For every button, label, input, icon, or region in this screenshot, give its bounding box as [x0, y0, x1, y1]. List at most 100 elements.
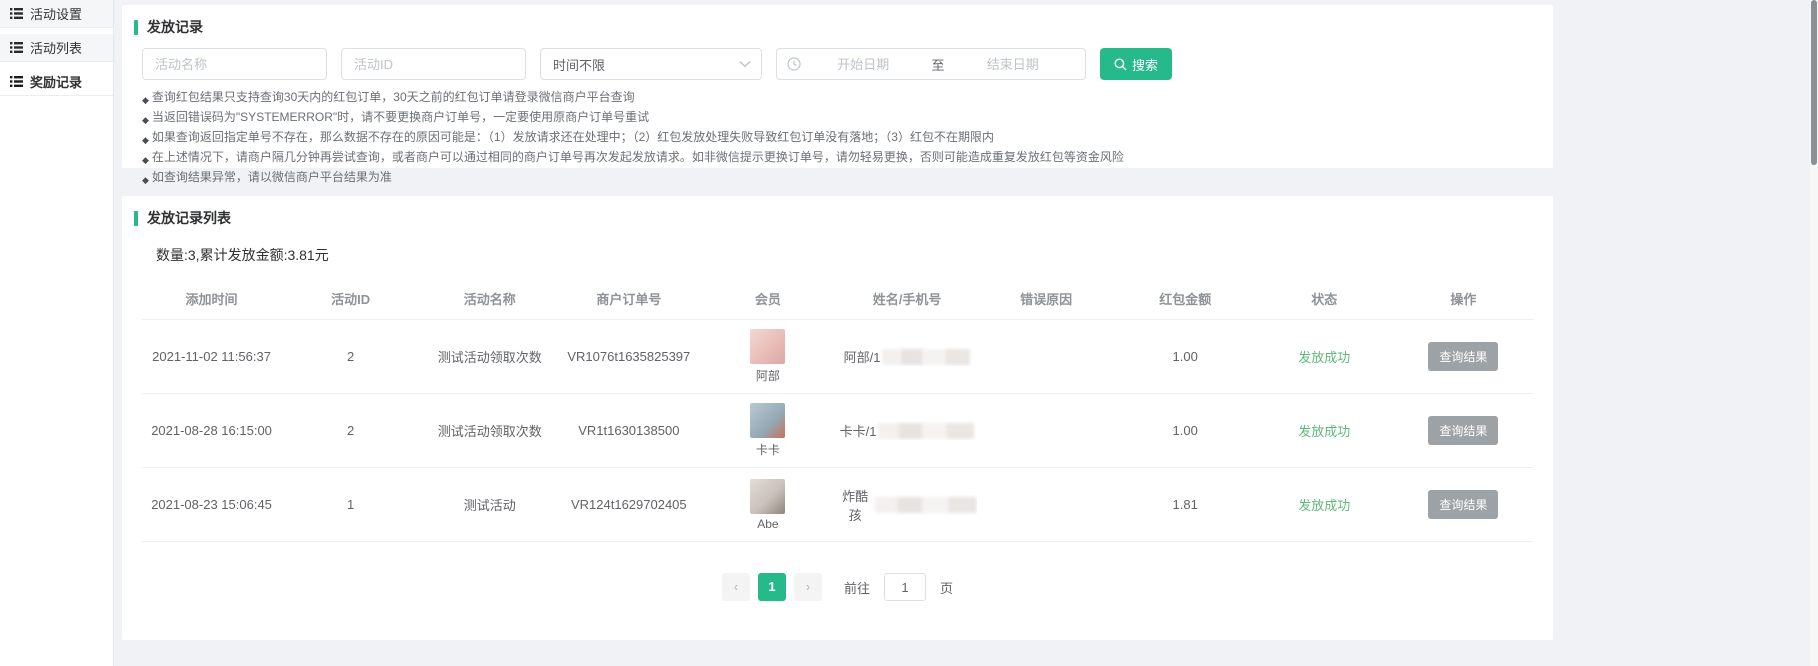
column-header-activity-id: 活动ID	[281, 289, 420, 308]
query-result-button[interactable]: 查询结果	[1428, 416, 1498, 445]
member-name: Abe	[757, 517, 778, 531]
sidebar-item-label: 活动设置	[30, 4, 82, 23]
card-title-row: 发放记录	[122, 5, 1553, 37]
sidebar-item-activity-list[interactable]: 活动列表	[0, 34, 113, 62]
time-filter-select[interactable]: 时间不限	[540, 48, 762, 80]
list-icon	[10, 8, 23, 19]
table-row: 2021-08-23 15:06:45 1 测试活动 VR124t1629702…	[142, 468, 1533, 542]
sidebar-item-label: 活动列表	[30, 38, 82, 57]
scrollbar-thumb[interactable]	[1811, 0, 1817, 165]
cell-action: 查询结果	[1394, 342, 1533, 371]
note-line: ◆ 当返回错误码为"SYSTEMERROR"时，请不要更换商户订单号，一定要使用…	[142, 109, 1553, 129]
query-result-button[interactable]: 查询结果	[1428, 342, 1498, 371]
name-phone-text: 卡卡/1	[840, 421, 877, 440]
query-result-button[interactable]: 查询结果	[1428, 490, 1498, 519]
column-header-order-no: 商户订单号	[559, 289, 698, 308]
cell-member: 卡卡	[698, 403, 837, 458]
diamond-bullet-icon: ◆	[142, 112, 149, 129]
note-line: ◆ 如查询结果异常，请以微信商户平台结果为准	[142, 169, 1553, 189]
vertical-scrollbar[interactable]	[1810, 0, 1818, 666]
note-text: 当返回错误码为"SYSTEMERROR"时，请不要更换商户订单号，一定要使用原商…	[152, 109, 649, 126]
table-row: 2021-08-28 16:15:00 2 测试活动领取次数 VR1t16301…	[142, 394, 1533, 468]
search-button-label: 搜索	[1132, 55, 1158, 74]
cell-name-phone: 炸酷孩	[837, 486, 976, 524]
cell-order-no: VR1t1630138500	[559, 423, 698, 438]
pagination: ‹ 1 › 前往 页	[122, 573, 1553, 601]
cell-status: 发放成功	[1255, 495, 1394, 514]
records-summary: 数量:3,累计发放金额:3.81元	[156, 245, 1553, 265]
cell-activity-name: 测试活动领取次数	[420, 421, 559, 440]
note-text: 如查询结果异常，请以微信商户平台结果为准	[152, 169, 392, 186]
cell-action: 查询结果	[1394, 490, 1533, 519]
cell-status: 发放成功	[1255, 421, 1394, 440]
cell-member: 阿部	[698, 329, 837, 384]
cell-activity-id: 1	[281, 497, 420, 512]
search-button[interactable]: 搜索	[1100, 48, 1172, 80]
filter-bar: 时间不限 至 搜索	[142, 48, 1553, 80]
start-date-input[interactable]	[801, 57, 926, 72]
clock-icon	[787, 57, 801, 71]
page-title: 发放记录	[147, 17, 203, 37]
member-avatar	[750, 329, 785, 364]
prev-page-button[interactable]: ‹	[722, 573, 750, 601]
activity-name-input[interactable]	[142, 48, 327, 80]
next-page-button[interactable]: ›	[794, 573, 822, 601]
note-line: ◆ 在上述情况下，请商户隔几分钟再尝试查询，或者商户可以通过相同的商户订单号再次…	[142, 149, 1553, 169]
column-header-amount: 红包金额	[1116, 289, 1255, 308]
diamond-bullet-icon: ◆	[142, 132, 149, 149]
column-header-activity-name: 活动名称	[420, 289, 559, 308]
cell-action: 查询结果	[1394, 416, 1533, 445]
table-row: 2021-11-02 11:56:37 2 测试活动领取次数 VR1076t16…	[142, 320, 1533, 394]
member-name: 卡卡	[756, 441, 780, 458]
activity-id-input[interactable]	[341, 48, 526, 80]
cell-amount: 1.00	[1116, 423, 1255, 438]
records-list-card: 发放记录列表 数量:3,累计发放金额:3.81元 添加时间 活动ID 活动名称 …	[122, 196, 1553, 640]
cell-activity-id: 2	[281, 423, 420, 438]
cell-order-no: VR124t1629702405	[559, 497, 698, 512]
note-text: 查询红包结果只支持查询30天内的红包订单，30天之前的红包订单请登录微信商户平台…	[152, 89, 635, 106]
note-line: ◆ 如果查询返回指定单号不存在，那么数据不存在的原因可能是：（1）发放请求还在处…	[142, 129, 1553, 149]
cell-status: 发放成功	[1255, 347, 1394, 366]
goto-page-input[interactable]	[884, 573, 926, 601]
table-header-row: 添加时间 活动ID 活动名称 商户订单号 会员 姓名/手机号 错误原因 红包金额…	[142, 278, 1533, 320]
magnifier-icon	[1114, 58, 1127, 71]
cell-added-time: 2021-11-02 11:56:37	[142, 349, 281, 364]
sidebar-item-activity-settings[interactable]: 活动设置	[0, 0, 113, 28]
note-text: 在上述情况下，请商户隔几分钟再尝试查询，或者商户可以通过相同的商户订单号再次发起…	[152, 149, 1124, 166]
distribution-records-card: 发放记录 时间不限 至	[122, 5, 1553, 168]
diamond-bullet-icon: ◆	[142, 172, 149, 189]
cell-member: Abe	[698, 479, 837, 531]
title-accent-bar	[134, 211, 138, 226]
column-header-member: 会员	[698, 289, 837, 308]
cell-name-phone: 卡卡/1	[837, 421, 976, 440]
member-name: 阿部	[756, 367, 780, 384]
notes-list: ◆ 查询红包结果只支持查询30天内的红包订单，30天之前的红包订单请登录微信商户…	[142, 89, 1553, 189]
redacted-phone-blur	[878, 423, 974, 439]
redacted-phone-blur	[882, 349, 970, 365]
cell-activity-name: 测试活动	[420, 495, 559, 514]
list-icon	[10, 76, 23, 87]
cell-order-no: VR1076t1635825397	[559, 349, 698, 364]
page-number-button[interactable]: 1	[758, 573, 786, 601]
sidebar: 活动设置 活动列表 奖励记录	[0, 0, 114, 666]
time-filter-value: 时间不限	[553, 55, 605, 74]
end-date-input[interactable]	[951, 57, 1076, 72]
column-header-name-phone: 姓名/手机号	[837, 289, 976, 308]
note-line: ◆ 查询红包结果只支持查询30天内的红包订单，30天之前的红包订单请登录微信商户…	[142, 89, 1553, 109]
name-phone-text: 炸酷孩	[837, 486, 872, 524]
member-avatar	[750, 403, 785, 438]
column-header-added-time: 添加时间	[142, 289, 281, 308]
column-header-status: 状态	[1255, 289, 1394, 308]
sidebar-item-label: 奖励记录	[30, 72, 82, 91]
sidebar-item-reward-records[interactable]: 奖励记录	[0, 68, 113, 96]
column-header-action: 操作	[1394, 289, 1533, 308]
cell-activity-id: 2	[281, 349, 420, 364]
goto-label: 前往	[844, 578, 870, 597]
date-range-picker[interactable]: 至	[776, 48, 1086, 80]
cell-added-time: 2021-08-23 15:06:45	[142, 497, 281, 512]
cell-added-time: 2021-08-28 16:15:00	[142, 423, 281, 438]
cell-amount: 1.81	[1116, 497, 1255, 512]
main-content: 发放记录 时间不限 至	[114, 0, 1810, 666]
card-title-row: 发放记录列表	[122, 196, 1553, 228]
records-table: 添加时间 活动ID 活动名称 商户订单号 会员 姓名/手机号 错误原因 红包金额…	[142, 278, 1533, 542]
